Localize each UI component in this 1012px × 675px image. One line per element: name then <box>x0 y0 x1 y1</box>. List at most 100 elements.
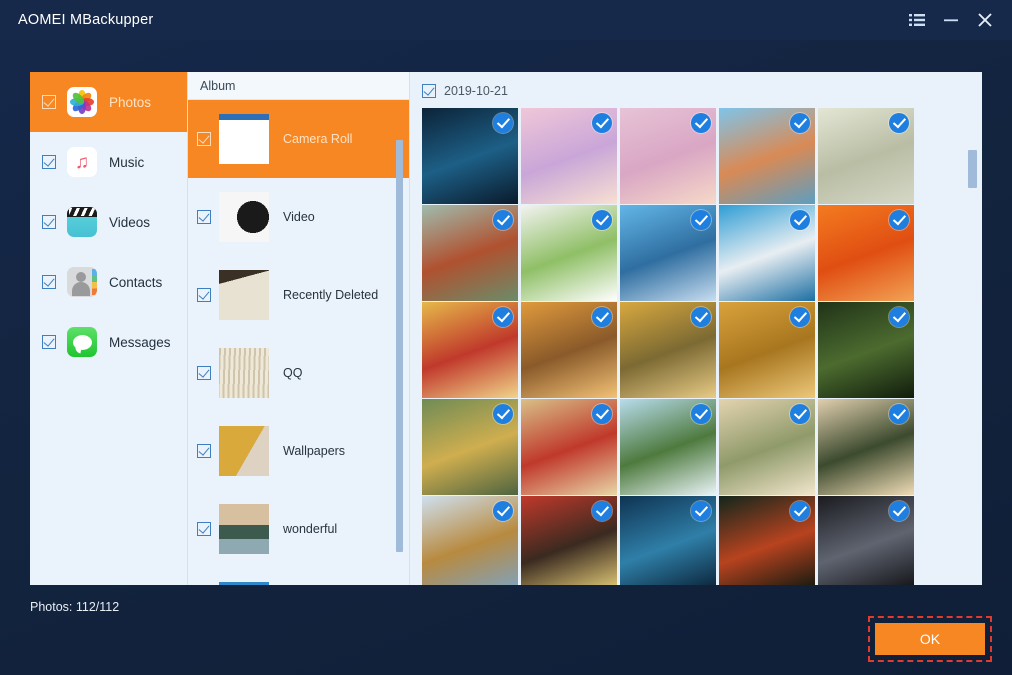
photo-thumbnail[interactable] <box>818 108 914 204</box>
photo-thumbnail[interactable] <box>620 399 716 495</box>
photo-selected-check-icon[interactable] <box>691 307 711 327</box>
album-item-checkbox[interactable] <box>197 444 211 458</box>
photo-thumbnail[interactable] <box>719 108 815 204</box>
ok-button[interactable]: OK <box>875 623 985 655</box>
app-title: AOMEI MBackupper <box>18 12 153 28</box>
photo-thumbnail[interactable] <box>422 399 518 495</box>
sidebar-item-contacts[interactable]: Contacts <box>30 252 187 312</box>
sidebar-item-videos[interactable]: Videos <box>30 192 187 252</box>
photo-selected-check-icon[interactable] <box>691 113 711 133</box>
photo-selected-check-icon[interactable] <box>691 404 711 424</box>
photo-selected-check-icon[interactable] <box>592 501 612 521</box>
status-text: Photos: 112/112 <box>30 600 119 614</box>
window-body: Photos♫MusicVideosContactsMessages Album… <box>0 40 1012 675</box>
photo-selected-check-icon[interactable] <box>790 307 810 327</box>
photo-thumbnail[interactable] <box>521 302 617 398</box>
album-list-item[interactable]: Wallpapers <box>188 412 410 490</box>
photo-selected-check-icon[interactable] <box>493 404 513 424</box>
sidebar-item-checkbox[interactable] <box>42 335 56 349</box>
album-list-item[interactable]: Recently Deleted <box>188 256 410 334</box>
photo-thumbnail[interactable] <box>521 496 617 585</box>
photo-thumbnail[interactable] <box>620 302 716 398</box>
photo-selected-check-icon[interactable] <box>790 210 810 230</box>
category-sidebar: Photos ♫MusicVideos Contacts Messages <box>30 72 188 585</box>
photo-grid-scrollbar-thumb[interactable] <box>968 150 977 188</box>
photo-thumbnail[interactable] <box>719 205 815 301</box>
sidebar-item-label: Photos <box>109 95 151 110</box>
photo-selected-check-icon[interactable] <box>889 501 909 521</box>
photo-selected-check-icon[interactable] <box>691 210 711 230</box>
close-icon <box>977 12 993 28</box>
photo-thumbnail[interactable] <box>620 205 716 301</box>
sidebar-item-checkbox[interactable] <box>42 155 56 169</box>
sidebar-item-checkbox[interactable] <box>42 215 56 229</box>
album-thumbnail <box>219 192 269 242</box>
photo-selected-check-icon[interactable] <box>889 113 909 133</box>
album-scrollbar-track[interactable] <box>399 106 406 550</box>
photo-thumbnail[interactable] <box>422 496 518 585</box>
ok-button-highlight: OK <box>868 616 992 662</box>
album-thumbnail <box>219 348 269 398</box>
photo-thumbnail[interactable] <box>521 399 617 495</box>
album-list: Camera Roll VideoRecently Deleted QQ Wallpa… <box>188 100 410 585</box>
album-list-item[interactable]: wonderful <box>188 490 410 568</box>
photo-selected-check-icon[interactable] <box>493 501 513 521</box>
photo-selected-check-icon[interactable] <box>889 210 909 230</box>
messages-app-icon <box>67 327 97 357</box>
minimize-button[interactable] <box>934 0 968 40</box>
album-item-checkbox[interactable] <box>197 366 211 380</box>
photo-thumbnail[interactable] <box>719 496 815 585</box>
videos-app-icon <box>67 207 97 237</box>
photo-selected-check-icon[interactable] <box>592 113 612 133</box>
photo-thumbnail[interactable] <box>818 205 914 301</box>
photo-thumbnail[interactable] <box>422 108 518 204</box>
grid-date-header[interactable]: 2019-10-21 <box>410 72 982 106</box>
photo-thumbnail[interactable] <box>818 496 914 585</box>
photo-selected-check-icon[interactable] <box>790 113 810 133</box>
photo-thumbnail[interactable] <box>422 302 518 398</box>
photo-selected-check-icon[interactable] <box>493 307 513 327</box>
album-item-label: wonderful <box>283 522 337 536</box>
album-list-item[interactable]: Video <box>188 178 410 256</box>
photo-thumbnail[interactable] <box>422 205 518 301</box>
album-list-item[interactable]: Camera Roll <box>188 100 410 178</box>
album-item-checkbox[interactable] <box>197 210 211 224</box>
photo-thumbnail[interactable] <box>521 205 617 301</box>
photo-selected-check-icon[interactable] <box>790 501 810 521</box>
sidebar-item-checkbox[interactable] <box>42 275 56 289</box>
album-list-item[interactable] <box>188 568 410 585</box>
close-button[interactable] <box>968 0 1002 40</box>
album-item-checkbox[interactable] <box>197 288 211 302</box>
photo-selected-check-icon[interactable] <box>592 307 612 327</box>
photo-selected-check-icon[interactable] <box>889 307 909 327</box>
album-list-item[interactable]: QQ <box>188 334 410 412</box>
photo-thumbnail[interactable] <box>620 496 716 585</box>
photo-thumbnail[interactable] <box>521 108 617 204</box>
sidebar-item-messages[interactable]: Messages <box>30 312 187 372</box>
photo-selected-check-icon[interactable] <box>691 501 711 521</box>
sidebar-item-music[interactable]: ♫Music <box>30 132 187 192</box>
photo-thumbnail[interactable] <box>818 302 914 398</box>
photo-selected-check-icon[interactable] <box>790 404 810 424</box>
contacts-app-icon <box>67 267 97 297</box>
photo-selected-check-icon[interactable] <box>493 210 513 230</box>
photo-selected-check-icon[interactable] <box>592 404 612 424</box>
album-item-label: Camera Roll <box>283 132 352 146</box>
grid-date-checkbox[interactable] <box>422 84 436 98</box>
photo-thumbnail[interactable] <box>719 302 815 398</box>
album-item-checkbox[interactable] <box>197 522 211 536</box>
photo-thumbnail[interactable] <box>719 399 815 495</box>
photo-selected-check-icon[interactable] <box>889 404 909 424</box>
sidebar-item-label: Music <box>109 155 144 170</box>
photo-selected-check-icon[interactable] <box>493 113 513 133</box>
album-scrollbar-thumb[interactable] <box>396 140 403 552</box>
photo-thumbnail[interactable] <box>818 399 914 495</box>
sidebar-item-checkbox[interactable] <box>42 95 56 109</box>
photo-selected-check-icon[interactable] <box>592 210 612 230</box>
photo-thumbnail[interactable] <box>620 108 716 204</box>
sidebar-item-photos[interactable]: Photos <box>30 72 187 132</box>
list-menu-button[interactable] <box>900 0 934 40</box>
sidebar-item-label: Contacts <box>109 275 162 290</box>
album-item-label: QQ <box>283 366 302 380</box>
album-item-checkbox[interactable] <box>197 132 211 146</box>
